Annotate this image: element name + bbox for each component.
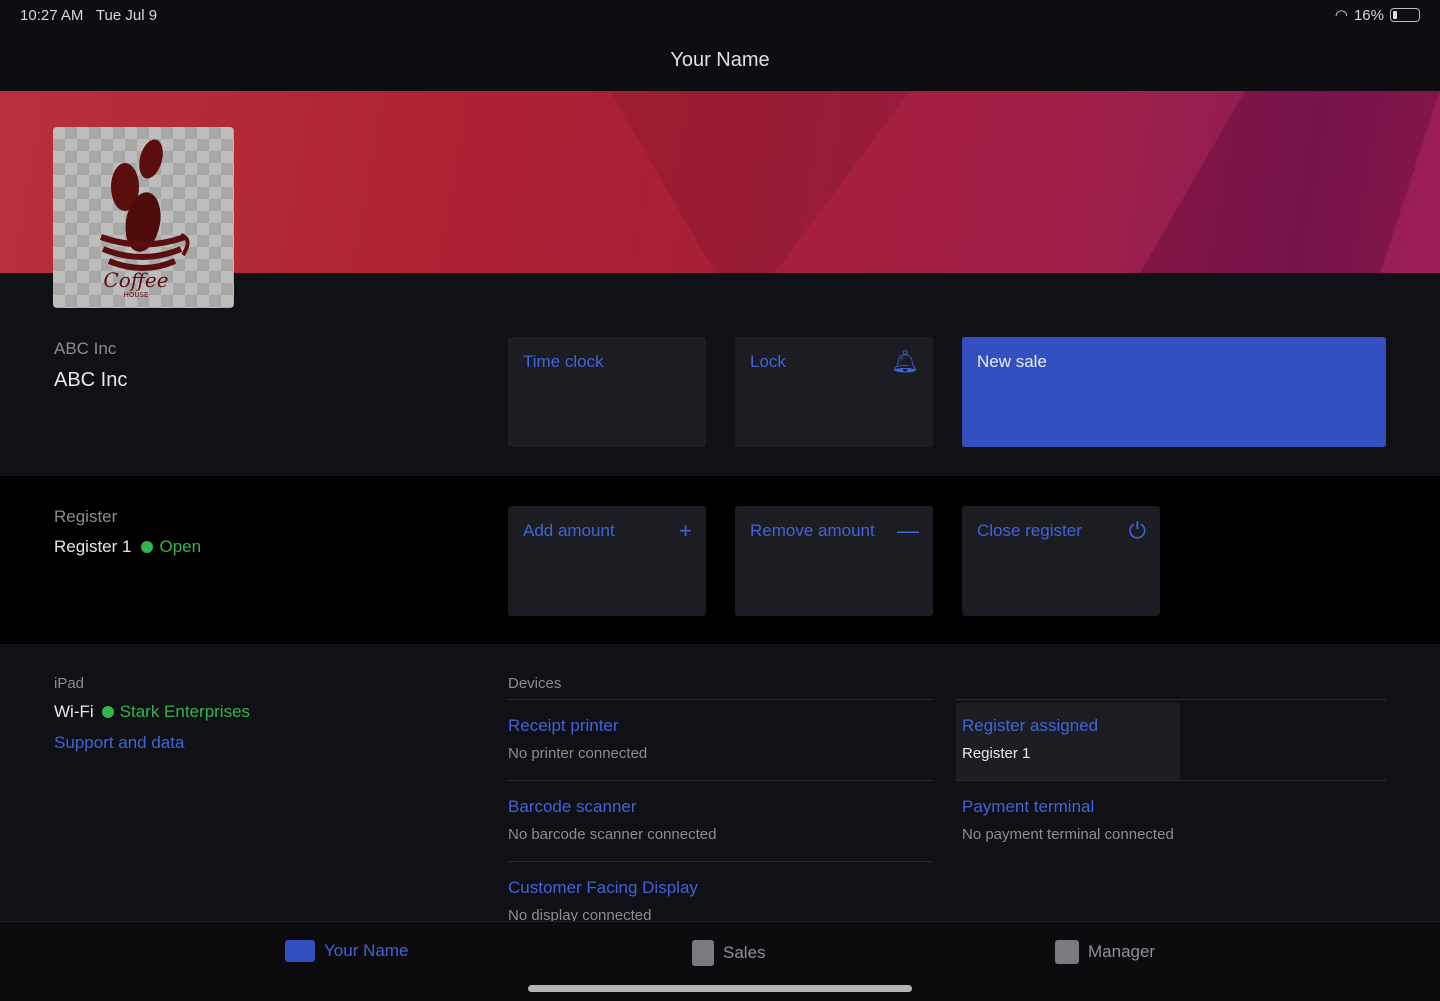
power-icon: ⏻ — [1128, 518, 1146, 543]
new-sale-label: New sale — [977, 352, 1047, 371]
device-receipt-printer[interactable]: Receipt printer No printer connected — [508, 699, 932, 780]
tab-your-name[interactable]: Your Name — [285, 940, 408, 962]
close-register-button[interactable]: Close register ⏻ — [962, 506, 1160, 616]
lock-label: Lock — [750, 352, 786, 371]
company-label: ABC Inc — [54, 339, 117, 358]
remove-amount-label: Remove amount — [750, 521, 875, 540]
page-title: Your Name — [0, 30, 1440, 91]
add-amount-label: Add amount — [523, 521, 615, 540]
support-link[interactable]: Support and data — [54, 733, 184, 753]
add-amount-button[interactable]: Add amount + — [508, 506, 706, 616]
status-bar: 10:27 AM Tue Jul 9 ◠ 16% — [0, 0, 1440, 30]
time-clock-button[interactable]: Time clock — [508, 337, 706, 447]
ipad-label: iPad — [54, 675, 85, 692]
time-clock-label: Time clock — [523, 352, 604, 371]
register-status: Open — [159, 537, 202, 556]
svg-text:HOUSE: HOUSE — [124, 291, 149, 299]
close-register-label: Close register — [977, 521, 1082, 540]
device-barcode-scanner[interactable]: Barcode scanner No barcode scanner connec… — [508, 780, 932, 861]
clipboard-icon — [692, 940, 714, 966]
battery-percent: 16% — [1353, 6, 1384, 24]
svg-text:Coffee: Coffee — [103, 268, 168, 292]
plus-icon: + — [679, 518, 692, 543]
devices-label: Devices — [508, 675, 562, 692]
register-name: Register 1 — [54, 537, 132, 556]
tab-sales[interactable]: Sales — [692, 940, 766, 966]
minus-icon: — — [897, 518, 919, 543]
device-payment-terminal[interactable]: Payment terminal No payment terminal conn… — [956, 780, 1386, 861]
time: 10:27 AM — [20, 7, 84, 24]
status-dot — [141, 541, 154, 553]
register-section — [0, 476, 1440, 644]
bell-icon: 🔔︎ — [891, 349, 919, 374]
remove-amount-button[interactable]: Remove amount — — [735, 506, 933, 616]
register-label: Register — [54, 507, 118, 526]
wifi-status-dot — [101, 706, 114, 718]
new-sale-button[interactable]: New sale — [962, 337, 1386, 447]
device-register-assigned[interactable]: Register assigned Register 1 — [956, 699, 1386, 781]
wifi-network: Stark Enterprises — [119, 702, 251, 721]
date: Tue Jul 9 — [95, 7, 158, 24]
home-indicator[interactable] — [528, 985, 912, 992]
manager-book-icon — [1055, 940, 1079, 964]
battery-icon — [1390, 8, 1420, 22]
wifi-icon: ◠ — [1334, 7, 1348, 24]
wifi-label: Wi-Fi — [54, 702, 94, 721]
company-name: ABC Inc — [54, 369, 128, 391]
company-logo[interactable]: Coffee HOUSE — [53, 127, 234, 308]
contact-card-icon — [285, 940, 315, 962]
lock-button[interactable]: Lock 🔔︎ — [735, 337, 933, 447]
tab-manager[interactable]: Manager — [1055, 940, 1155, 964]
